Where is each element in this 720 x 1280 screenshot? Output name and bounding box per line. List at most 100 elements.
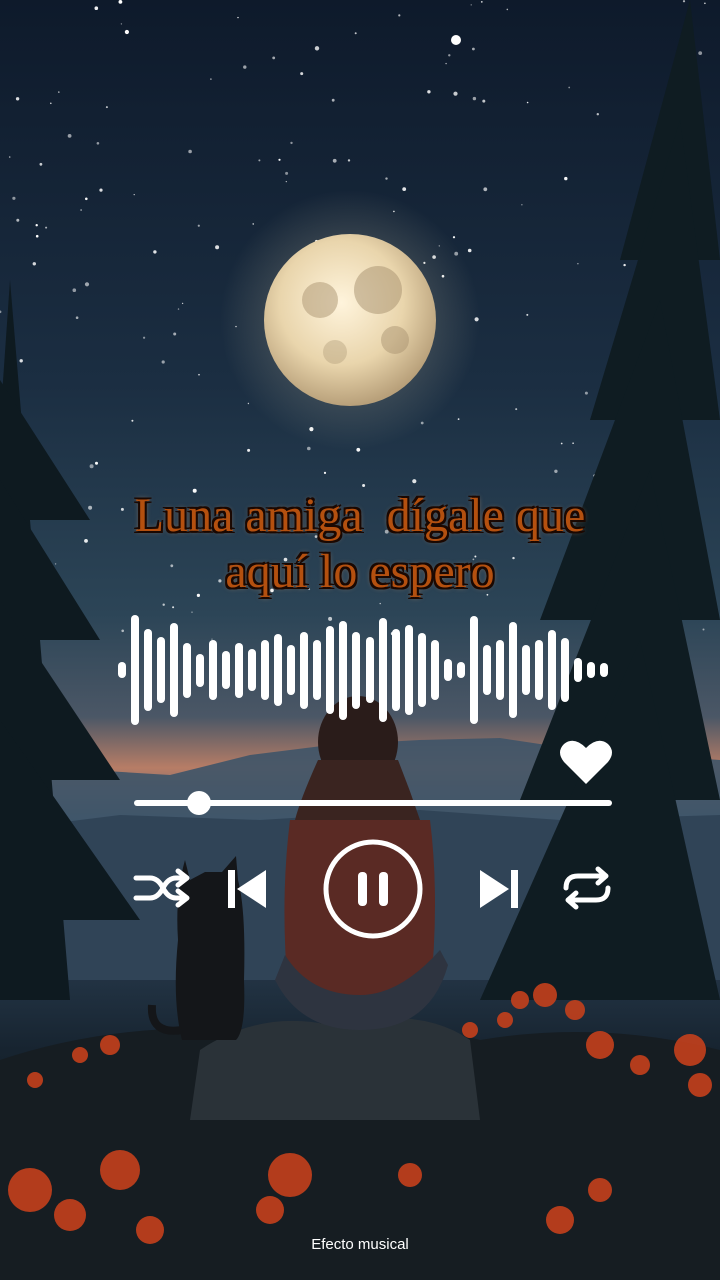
star xyxy=(331,98,335,102)
star xyxy=(704,2,706,5)
star xyxy=(215,245,220,250)
waveform-bar xyxy=(508,621,517,719)
waveform-bar xyxy=(521,645,530,695)
waveform-bar xyxy=(560,638,569,702)
waveform-bar xyxy=(417,632,426,708)
star xyxy=(80,209,82,211)
star xyxy=(526,101,529,104)
star xyxy=(124,29,129,35)
next-button[interactable] xyxy=(478,868,520,910)
star xyxy=(347,159,351,162)
waveform-bar xyxy=(222,650,231,690)
star xyxy=(412,479,417,484)
waveform-bar xyxy=(209,639,218,701)
waveform-bar xyxy=(274,634,283,706)
star xyxy=(584,391,588,395)
heart-icon xyxy=(560,740,612,784)
star xyxy=(133,194,135,196)
star xyxy=(120,23,123,25)
star xyxy=(94,6,99,10)
bright-star xyxy=(451,35,461,45)
star xyxy=(15,97,20,101)
waveform-bar xyxy=(430,639,439,701)
star xyxy=(32,262,36,266)
waveform-bar xyxy=(378,617,387,723)
star xyxy=(526,313,529,316)
waveform-bar xyxy=(131,615,140,725)
star xyxy=(181,302,184,305)
star xyxy=(131,419,134,422)
star xyxy=(362,484,366,487)
waveform-bar xyxy=(456,661,465,679)
star xyxy=(188,149,192,154)
star xyxy=(161,360,165,364)
progress-handle[interactable] xyxy=(186,791,211,815)
star xyxy=(75,316,79,320)
star xyxy=(247,402,250,405)
star xyxy=(95,461,98,465)
star xyxy=(143,336,146,339)
star xyxy=(577,263,579,265)
waveform-bar xyxy=(547,630,556,710)
star xyxy=(278,158,281,161)
star xyxy=(568,86,571,89)
lyrics-line-2: aquí lo espero xyxy=(225,545,495,598)
star xyxy=(198,373,200,376)
lyrics-caption: Luna amiga dígale que aquí lo espero xyxy=(0,488,720,600)
star xyxy=(452,236,456,239)
star xyxy=(35,234,39,238)
waveform-bar xyxy=(404,624,413,716)
waveform-bar xyxy=(183,642,192,698)
shuffle-button[interactable] xyxy=(132,866,194,910)
star xyxy=(623,263,626,267)
star xyxy=(472,96,477,101)
previous-button[interactable] xyxy=(226,868,268,910)
star xyxy=(682,0,686,3)
waveform-bar xyxy=(352,631,361,709)
star xyxy=(72,288,77,293)
star xyxy=(472,47,475,51)
star xyxy=(506,8,509,11)
star xyxy=(354,32,357,35)
waveform-bar xyxy=(157,637,166,703)
star xyxy=(300,72,304,76)
waveform-bar xyxy=(196,653,205,687)
waveform-bar xyxy=(300,631,309,709)
star xyxy=(323,471,327,474)
star xyxy=(162,603,165,606)
skip-next-icon xyxy=(480,870,518,908)
play-pause-button[interactable] xyxy=(322,838,424,940)
star xyxy=(314,46,320,51)
waveform-bar xyxy=(586,661,595,679)
waveform-bar xyxy=(469,616,478,724)
pause-icon xyxy=(323,839,423,939)
waveform-bar xyxy=(248,649,257,691)
waveform-bar xyxy=(365,637,374,703)
star xyxy=(153,250,157,254)
star xyxy=(67,134,72,138)
star xyxy=(379,602,381,605)
like-button[interactable] xyxy=(558,738,614,786)
star xyxy=(197,224,200,227)
waveform-bar xyxy=(287,645,296,695)
star xyxy=(118,0,123,4)
waveform-bar xyxy=(144,628,153,712)
star xyxy=(45,226,48,229)
star xyxy=(467,248,472,253)
star xyxy=(243,65,247,69)
star xyxy=(402,187,407,192)
star xyxy=(210,78,212,80)
moon xyxy=(264,234,436,406)
star xyxy=(482,99,486,103)
star xyxy=(448,54,451,57)
waveform-bar xyxy=(313,639,322,701)
progress-bar[interactable] xyxy=(134,791,612,815)
waveform-bar xyxy=(170,623,179,717)
star xyxy=(105,106,108,109)
star xyxy=(16,218,20,222)
waveform-bar xyxy=(326,626,335,714)
audio-waveform xyxy=(118,615,608,725)
skip-previous-icon xyxy=(228,870,266,908)
star xyxy=(247,448,251,452)
repeat-button[interactable] xyxy=(560,866,614,910)
